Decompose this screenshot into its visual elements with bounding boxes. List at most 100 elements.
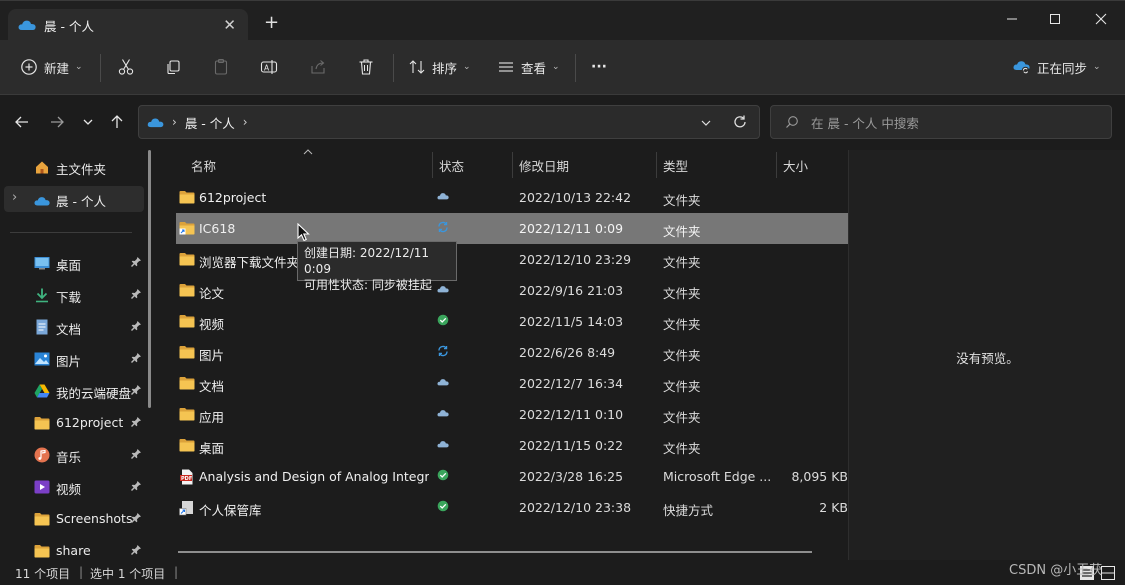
folder-icon [179, 376, 195, 390]
pin-icon [131, 545, 141, 555]
back-button[interactable] [13, 113, 31, 131]
file-modified-date: 2022/10/13 22:42 [519, 190, 632, 205]
svg-text:PDF: PDF [181, 476, 192, 482]
column-header-modified[interactable]: 修改日期 [519, 150, 569, 180]
file-list: 名称 状态 修改日期 类型 大小 612project 2022/10/13 22… [160, 149, 848, 560]
videos-icon [34, 480, 50, 494]
file-row[interactable]: IC618 2022/12/11 0:09 文件夹 [176, 213, 848, 244]
file-row[interactable]: 论文 2022/9/16 21:03 文件夹 [176, 275, 848, 306]
column-header-size[interactable]: 大小 [783, 150, 808, 180]
folder-icon [179, 314, 195, 328]
copy-button[interactable] [164, 55, 182, 79]
column-header-status[interactable]: 状态 [439, 150, 464, 180]
svg-text:A: A [264, 63, 270, 72]
file-row[interactable]: 个人保管库 2022/12/10 23:38 快捷方式 2 KB [176, 492, 848, 523]
sidebar-item-quick-access[interactable]: 文档 [4, 314, 144, 340]
chevron-right-icon[interactable]: › [12, 190, 17, 205]
sidebar-item-quick-access[interactable]: 视频 [4, 474, 144, 500]
sort-button[interactable]: 排序 ⌄ [408, 55, 471, 79]
file-row[interactable]: 浏览器下载文件夹 2022/12/10 23:29 文件夹 [176, 244, 848, 275]
share-button[interactable] [309, 55, 327, 79]
chevron-down-icon: ⌄ [463, 62, 471, 72]
file-name: 图片 [199, 348, 225, 363]
search-input[interactable]: 在 晨 - 个人 中搜索 [770, 105, 1112, 139]
minimize-button[interactable] [1002, 9, 1022, 29]
new-button[interactable]: 新建 ⌄ [20, 55, 83, 79]
scissors-icon [118, 59, 134, 75]
folder-icon [34, 417, 50, 430]
sidebar-item-quick-access[interactable]: 下载 [4, 282, 144, 308]
arrow-up-icon [111, 115, 123, 128]
mouse-cursor-icon [297, 223, 310, 242]
breadcrumb-separator-icon[interactable]: › [243, 115, 248, 129]
forward-button[interactable] [48, 113, 66, 131]
sync-status-button[interactable]: 正在同步 ⌄ [1013, 55, 1101, 79]
paste-button[interactable] [212, 55, 230, 79]
new-tab-button[interactable]: + [264, 14, 279, 32]
sidebar-item-quick-access[interactable]: 图片 [4, 346, 144, 372]
file-type: 文件夹 [663, 348, 701, 363]
close-tab-icon[interactable]: ✕ [223, 16, 236, 34]
more-options-button[interactable]: ··· [591, 55, 607, 79]
file-row[interactable]: PDF Analysis and Design of Analog Integr.… [176, 461, 848, 492]
file-row[interactable]: 桌面 2022/11/15 0:22 文件夹 [176, 430, 848, 461]
toolbar-divider [393, 54, 394, 82]
file-row[interactable]: 图片 2022/6/26 8:49 文件夹 [176, 337, 848, 368]
rename-button[interactable]: A [260, 55, 278, 79]
plus-circle-icon [21, 59, 37, 75]
close-window-button[interactable] [1091, 9, 1111, 29]
view-label: 查看 [521, 60, 547, 76]
tiles-view-icon[interactable] [1100, 565, 1116, 581]
sidebar-item-home[interactable]: 主文件夹 [4, 154, 144, 180]
address-bar[interactable]: › 晨 - 个人 › [138, 105, 760, 139]
column-divider[interactable] [776, 152, 777, 178]
sidebar-item-onedrive[interactable]: › 晨 - 个人 [4, 186, 144, 212]
view-button[interactable]: 查看 ⌄ [497, 55, 560, 79]
column-header-name[interactable]: 名称 [191, 150, 216, 180]
file-type: 文件夹 [663, 317, 701, 332]
tab-onedrive[interactable]: 晨 - 个人 ✕ [8, 9, 248, 41]
music-icon [34, 447, 50, 463]
breadcrumb-onedrive[interactable]: 晨 - 个人 [185, 113, 235, 132]
onedrive-cloud-icon [147, 117, 164, 127]
file-row[interactable]: 视频 2022/11/5 14:03 文件夹 [176, 306, 848, 337]
view-list-icon [499, 62, 513, 72]
recent-locations-button[interactable] [79, 113, 97, 131]
sidebar-item-quick-access[interactable]: 我的云端硬盘 [4, 378, 144, 404]
file-row[interactable]: 应用 2022/12/11 0:10 文件夹 [176, 399, 848, 430]
rename-icon: A [260, 60, 278, 74]
sort-ascending-icon [303, 149, 313, 155]
sidebar-item-quick-access[interactable]: 桌面 [4, 250, 144, 276]
file-row[interactable]: 文档 2022/12/7 16:34 文件夹 [176, 368, 848, 399]
sidebar-scrollbar[interactable] [148, 150, 151, 408]
status-separator: | [79, 565, 84, 579]
sidebar-item-quick-access[interactable]: 音乐 [4, 442, 144, 468]
sidebar-item-quick-access[interactable]: 612project [4, 410, 144, 436]
cloud-only-status-icon [437, 190, 449, 202]
maximize-button[interactable] [1045, 9, 1065, 29]
arrow-left-icon [15, 116, 28, 128]
file-name: 612project [199, 190, 267, 205]
google-drive-icon [34, 384, 50, 398]
cut-button[interactable] [117, 55, 135, 79]
refresh-icon[interactable] [732, 114, 748, 130]
sidebar-item-quick-access[interactable]: Screenshots [4, 506, 144, 532]
sidebar-item-label: 音乐 [56, 450, 82, 465]
preview-message: 没有预览。 [956, 351, 1019, 366]
tooltip-availability: 可用性状态: 同步被挂起 [304, 278, 432, 292]
up-button[interactable] [108, 113, 126, 131]
column-header-type[interactable]: 类型 [663, 150, 688, 180]
column-divider[interactable] [512, 152, 513, 178]
delete-button[interactable] [357, 55, 375, 79]
column-divider[interactable] [432, 152, 433, 178]
available-status-icon [437, 314, 449, 326]
sidebar-item-label: 文档 [56, 322, 82, 337]
file-modified-date: 2022/9/16 21:03 [519, 283, 624, 298]
breadcrumb-separator-icon: › [172, 115, 177, 129]
file-row[interactable]: 612project 2022/10/13 22:42 文件夹 [176, 182, 848, 213]
column-divider[interactable] [656, 152, 657, 178]
horizontal-scrollbar[interactable] [178, 551, 812, 553]
file-type: 快捷方式 [663, 503, 714, 518]
chevron-down-icon [83, 119, 93, 125]
address-dropdown-icon[interactable] [700, 117, 712, 129]
